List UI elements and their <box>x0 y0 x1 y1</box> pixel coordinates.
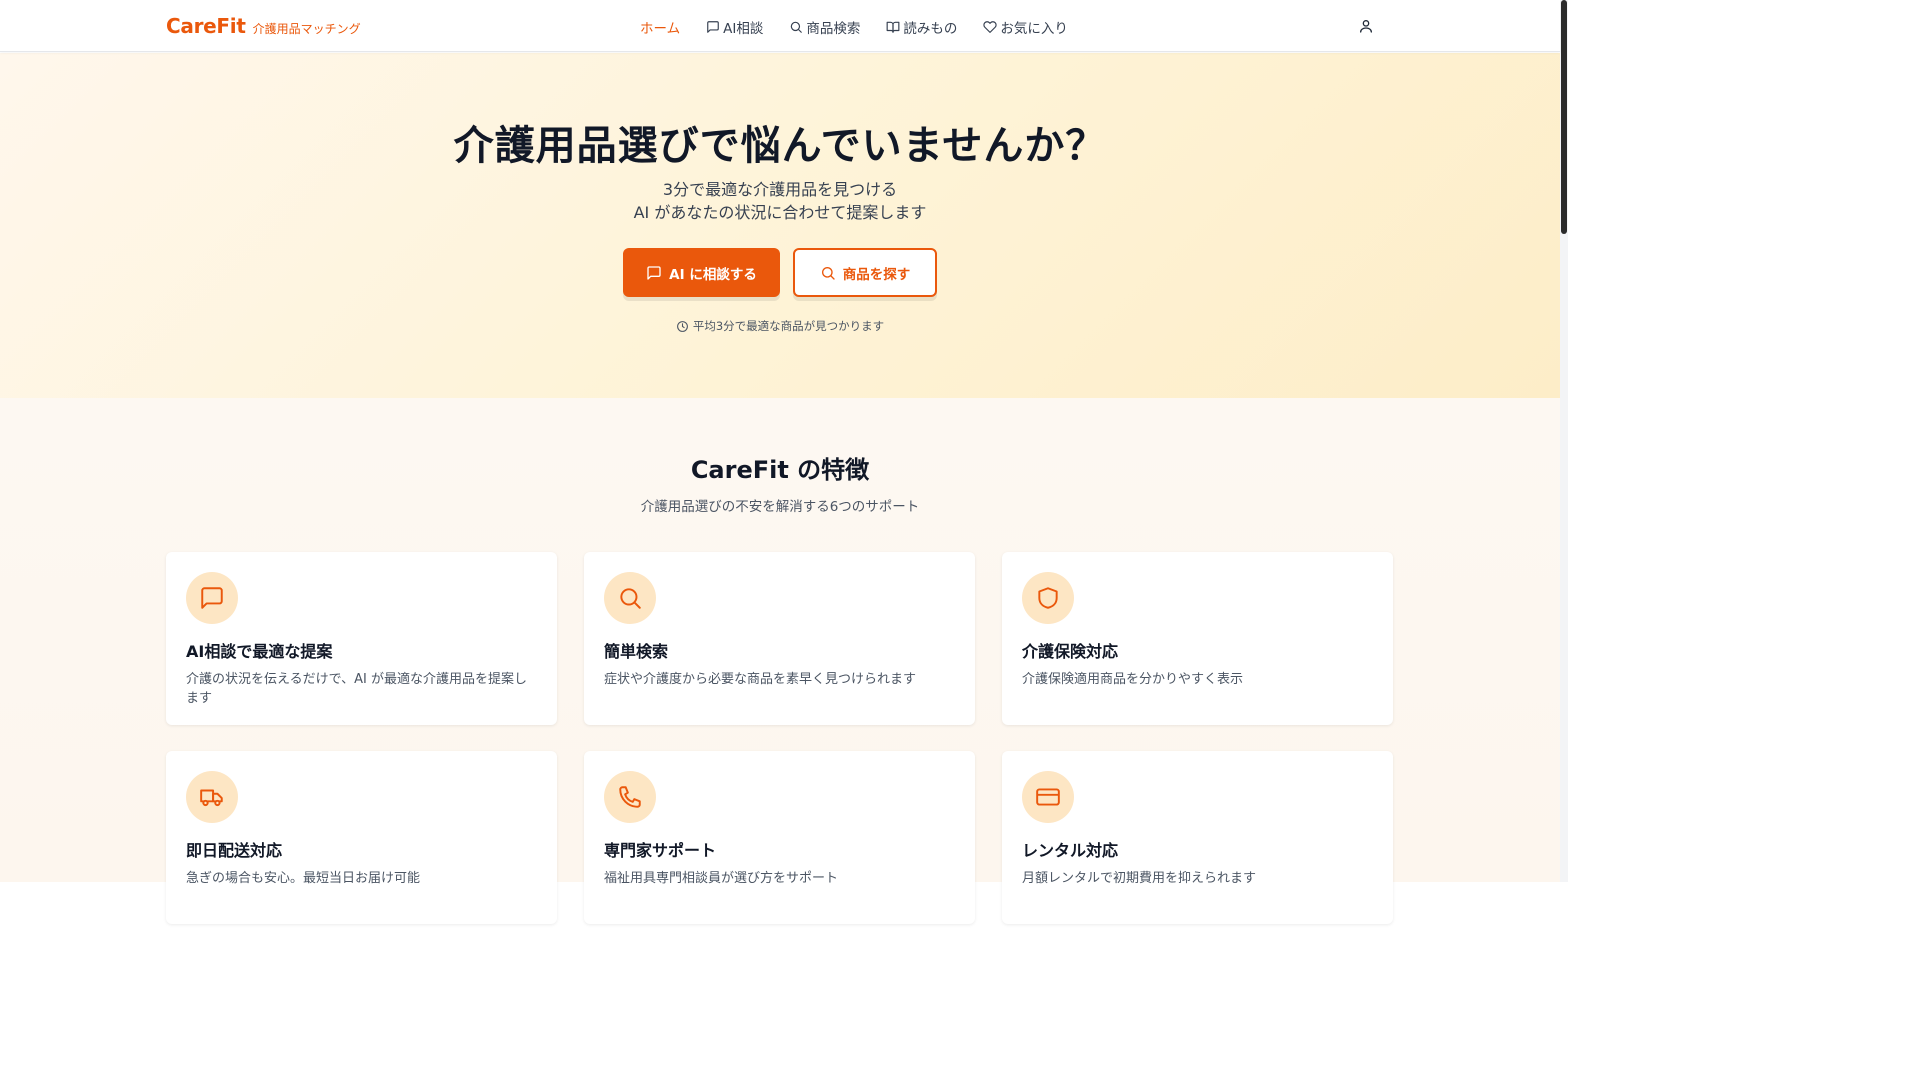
brand-name[interactable]: CareFit <box>166 14 246 38</box>
feature-desc: 月額レンタルで初期費用を抑えられます <box>1022 871 1257 886</box>
feature-desc: 介護保険適用商品を分かりやすく表示 <box>1022 672 1244 687</box>
search-products-button[interactable]: 商品を探す <box>793 248 937 297</box>
feature-card-search: 簡単検索 症状や介護度から必要な商品を素早く見つけられます <box>584 552 975 725</box>
truck-icon <box>200 789 223 807</box>
page-scrollbar[interactable] <box>1560 0 1568 882</box>
feature-desc: 症状や介護度から必要な商品を素早く見つけられます <box>604 672 917 687</box>
user-icon[interactable] <box>1358 18 1374 34</box>
feature-card-ai: AI相談で最適な提案 介護の状況を伝えるだけで、AI が最適な介護用品を提案しま… <box>166 552 557 725</box>
search-icon <box>821 266 835 280</box>
feature-title: レンタル対応 <box>1022 841 1119 860</box>
features-section: CareFit の特徴 介護用品選びの不安を解消する6つのサポート AI相談で最… <box>0 398 1560 924</box>
nav-ai-consult-label: AI相談 <box>723 21 764 37</box>
feature-title: 簡単検索 <box>604 642 669 661</box>
site-header: CareFit 介護用品マッチング ホーム AI相談 商品検索 読みもの お気に… <box>0 0 1560 52</box>
nav-product-search[interactable]: 商品検索 <box>789 17 860 37</box>
ai-consult-button[interactable]: AI に相談する <box>623 248 780 297</box>
feature-card-delivery: 即日配送対応 急ぎの場合も安心。最短当日お届け可能 <box>166 751 557 924</box>
feature-desc: 急ぎの場合も安心。最短当日お届け可能 <box>186 871 421 886</box>
features-title: CareFit の特徴 <box>690 456 870 484</box>
feature-icon-wrap <box>604 771 656 823</box>
feature-icon-wrap <box>186 572 238 624</box>
nav-ai-consult[interactable]: AI相談 <box>706 17 763 37</box>
chat-icon <box>647 265 661 280</box>
brand-logo[interactable]: CareFit 介護用品マッチング <box>166 14 361 38</box>
hero-subtitle-line1: 3分で最適な介護用品を見つける <box>662 180 898 199</box>
brand-tagline: 介護用品マッチング <box>252 22 361 36</box>
feature-title: 専門家サポート <box>604 841 717 860</box>
credit-card-icon <box>1036 788 1060 806</box>
nav-product-search-label: 商品検索 <box>806 21 861 37</box>
hero-subtitle-line2: AI があなたの状況に合わせて提案します <box>633 203 927 222</box>
feature-card-rental: レンタル対応 月額レンタルで初期費用を抑えられます <box>1002 751 1393 924</box>
feature-icon-wrap <box>1022 572 1074 624</box>
shield-icon <box>1038 587 1058 609</box>
nav-articles-label: 読みもの <box>903 21 958 37</box>
phone-icon <box>619 786 641 808</box>
search-products-button-label: 商品を探す <box>842 266 911 283</box>
ai-consult-button-label: AI に相談する <box>669 266 757 283</box>
search-icon <box>791 21 803 33</box>
nav-favorites-label: お気に入り <box>1000 21 1068 37</box>
feature-card-insurance: 介護保険対応 介護保険適用商品を分かりやすく表示 <box>1002 552 1393 725</box>
hero-note-text: 平均3分で最適な商品が見つかります <box>692 319 885 333</box>
nav-home-label: ホーム <box>640 21 681 37</box>
feature-title: 介護保険対応 <box>1022 642 1119 661</box>
chat-icon <box>707 21 719 33</box>
hero-subtitle: 3分で最適な介護用品を見つける AI があなたの状況に合わせて提案します <box>0 178 1560 224</box>
book-icon <box>886 21 900 33</box>
feature-title: 即日配送対応 <box>186 841 283 860</box>
feature-desc: 介護の状況を伝えるだけで、AI が最適な介護用品を提案します <box>186 672 527 706</box>
search-icon <box>620 588 641 609</box>
main-nav: ホーム AI相談 商品検索 読みもの お気に入り <box>640 17 1068 37</box>
feature-icon-wrap <box>186 771 238 823</box>
heart-icon <box>983 21 997 33</box>
hero-title: 介護用品選びで悩んでいませんか？ <box>453 123 1107 169</box>
feature-icon-wrap <box>604 572 656 624</box>
feature-icon-wrap <box>1022 771 1074 823</box>
scrollbar-thumb[interactable] <box>1561 0 1567 234</box>
hero-section: 介護用品選びで悩んでいませんか？ 3分で最適な介護用品を見つける AI があなた… <box>0 53 1560 398</box>
clock-icon <box>676 320 688 332</box>
chat-icon <box>201 587 223 609</box>
feature-desc: 福祉用具専門相談員が選び方をサポート <box>604 871 839 886</box>
nav-home[interactable]: ホーム <box>640 17 680 37</box>
features-subtitle: 介護用品選びの不安を解消する6つのサポート <box>640 499 920 515</box>
feature-card-expert: 専門家サポート 福祉用具専門相談員が選び方をサポート <box>584 751 975 924</box>
feature-title: AI相談で最適な提案 <box>186 642 333 661</box>
nav-favorites[interactable]: お気に入り <box>983 17 1068 37</box>
hero-note: 平均3分で最適な商品が見つかります <box>0 318 1560 334</box>
nav-articles[interactable]: 読みもの <box>886 17 957 37</box>
